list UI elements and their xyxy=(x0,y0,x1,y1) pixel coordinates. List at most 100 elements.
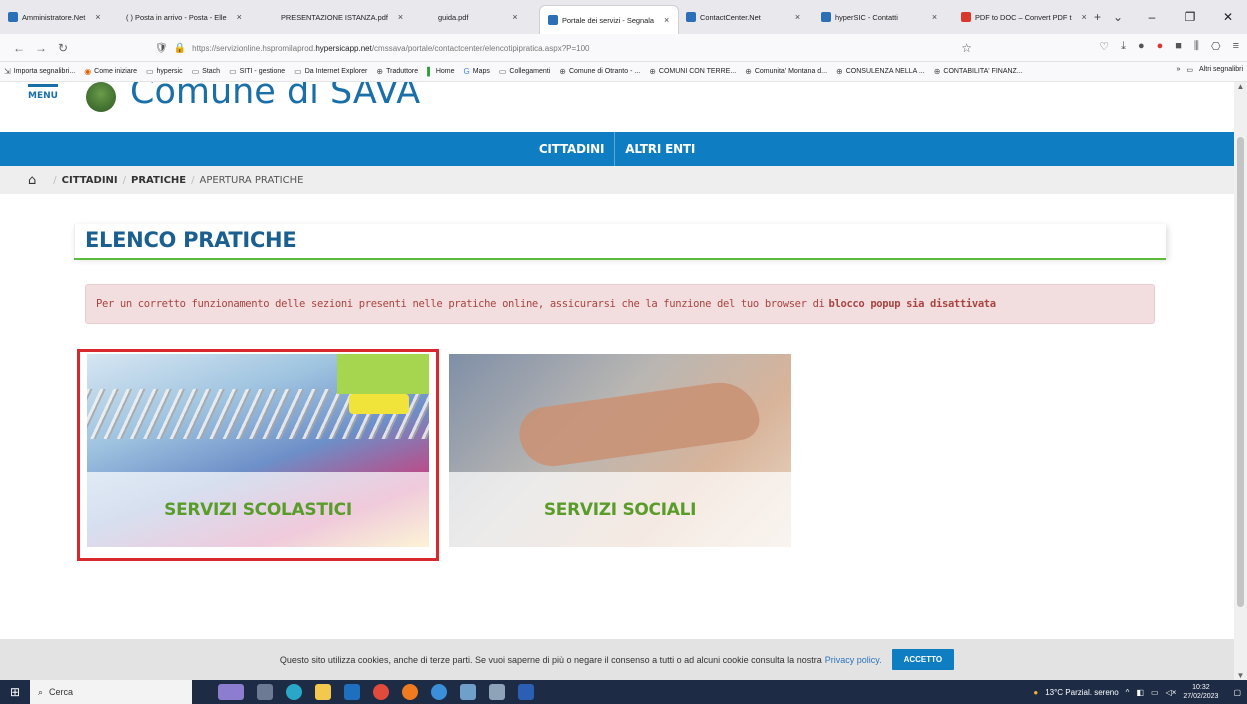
chrome-icon[interactable] xyxy=(373,684,389,700)
account-icon[interactable]: ⎔ xyxy=(1211,40,1221,53)
search-icon: ⌕ xyxy=(38,686,44,697)
other-bookmarks[interactable]: » ▭ Altri segnalibri xyxy=(1177,66,1244,74)
breadcrumb-pratiche[interactable]: PRATICHE xyxy=(131,175,186,186)
extension-icon[interactable]: ■ xyxy=(1175,40,1182,53)
bookmark-folder[interactable]: ▭ Stach xyxy=(192,67,220,76)
bookmark-item[interactable]: ⊕ Comunita' Montana d... xyxy=(745,67,827,76)
tab-close-icon[interactable]: × xyxy=(398,12,403,22)
tab-amministratore[interactable]: Amministratore.Net × xyxy=(0,0,118,34)
alert-emphasis: blocco popup sia disattivata xyxy=(828,298,997,310)
card-servizi-sociali[interactable]: SERVIZI SOCIALI xyxy=(449,354,791,547)
network-icon[interactable]: ◧ xyxy=(1136,688,1144,697)
municipality-crest-logo[interactable] xyxy=(86,82,116,112)
tab-posta[interactable]: ( ) Posta in arrivo - Posta - Elle × xyxy=(118,0,273,34)
weather-text[interactable]: 13°C Parzial. sereno xyxy=(1045,688,1118,697)
bookmark-star-icon[interactable]: ☆ xyxy=(961,41,972,55)
accept-cookies-button[interactable]: ACCETTO xyxy=(891,649,955,670)
library-icon[interactable]: ⫼ xyxy=(1194,40,1199,53)
downloads-icon[interactable]: ⤓ xyxy=(1121,40,1126,53)
firefox-icon[interactable] xyxy=(402,684,418,700)
reload-icon[interactable]: ↻ xyxy=(52,41,74,55)
scrollbar-thumb[interactable] xyxy=(1237,137,1244,607)
tab-hypersic-contatti[interactable]: hyperSIC - Contatti × xyxy=(813,0,953,34)
site-title[interactable]: Comune di SAVA xyxy=(130,82,420,112)
outlook-icon[interactable] xyxy=(344,684,360,700)
folder-icon: ▭ xyxy=(294,67,302,76)
bookmark-item[interactable]: ⊕ COMUNI CON TERRE... xyxy=(649,67,736,76)
nav-item-cittadini[interactable]: CITTADINI xyxy=(529,132,614,166)
bookmark-item[interactable]: ◉ Come iniziare xyxy=(84,67,137,76)
list-tabs-icon[interactable]: ⌄ xyxy=(1107,10,1129,24)
notifications-icon[interactable]: ▢ xyxy=(1233,688,1241,697)
chevron-up-icon[interactable]: ^ xyxy=(1126,688,1130,697)
bookmark-item[interactable]: ⊕ CONSULENZA NELLA ... xyxy=(836,67,925,76)
privacy-policy-link[interactable]: Privacy policy. xyxy=(825,655,882,665)
scroll-down-icon[interactable]: ▼ xyxy=(1234,671,1247,680)
globe-icon: ⊕ xyxy=(649,67,656,76)
shield-icon[interactable]: 🛡 xyxy=(155,43,168,54)
app-menu-icon[interactable]: ≡ xyxy=(1233,40,1239,53)
pocket-icon[interactable]: ♡ xyxy=(1099,40,1109,53)
taskbar-search[interactable]: ⌕ Cerca xyxy=(30,680,192,704)
bookmark-folder[interactable]: ▭ SITI - gestione xyxy=(229,67,285,76)
lock-icon[interactable]: 🔒 xyxy=(174,43,186,54)
home-icon[interactable]: ⌂ xyxy=(28,173,36,188)
bookmark-item[interactable]: ▌ Home xyxy=(427,67,454,76)
page-scrollbar[interactable]: ▲ ▼ xyxy=(1234,82,1247,680)
tab-portale-servizi[interactable]: Portale dei servizi - Segnala × xyxy=(540,6,678,34)
breadcrumb: ⌂ / CITTADINI / PRATICHE / APERTURA PRAT… xyxy=(0,166,1234,194)
site-favicon-icon xyxy=(686,12,696,22)
app-icon[interactable] xyxy=(431,684,447,700)
task-view-icon[interactable] xyxy=(257,684,273,700)
bookmark-item[interactable]: ⊕ CONTABILITA' FINANZ... xyxy=(934,67,1023,76)
browser-tab-bar: Amministratore.Net × ( ) Posta in arrivo… xyxy=(0,0,1247,34)
tab-close-icon[interactable]: × xyxy=(664,15,669,25)
back-icon[interactable]: ← xyxy=(8,41,30,55)
google-icon: G xyxy=(463,67,470,76)
file-explorer-icon[interactable] xyxy=(315,684,331,700)
toolbar-icons: ♡ ⤓ ● ● ■ ⫼ ⎔ ≡ xyxy=(1099,40,1239,53)
bookmark-folder[interactable]: ▭ Da Internet Explorer xyxy=(294,67,367,76)
new-tab-icon[interactable]: + xyxy=(1088,10,1107,24)
breadcrumb-separator: / xyxy=(53,174,57,186)
folder-icon: ▭ xyxy=(229,67,237,76)
windows-start-icon[interactable]: ⊞ xyxy=(0,685,30,699)
battery-icon[interactable]: ▭ xyxy=(1151,688,1159,697)
edge-icon[interactable] xyxy=(286,684,302,700)
calculator-icon[interactable] xyxy=(489,684,505,700)
bookmark-folder[interactable]: ▭ Collegamenti xyxy=(499,67,550,76)
bookmark-item[interactable]: ⊕ Comune di Otranto - ... xyxy=(559,67,640,76)
tab-contactcenter[interactable]: ContactCenter.Net × xyxy=(678,0,813,34)
bookmark-item[interactable]: ⇲ Importa segnalibri... xyxy=(4,67,75,76)
adblock-icon[interactable]: ● xyxy=(1157,40,1164,53)
sheep-app-icon[interactable] xyxy=(218,684,244,700)
url-bar[interactable]: 🛡 🔒 https://servizionline.hspromilaprod.… xyxy=(155,38,990,58)
tab-pdf-to-doc[interactable]: PDF to DOC – Convert PDF t × xyxy=(953,0,1088,34)
tab-close-icon[interactable]: × xyxy=(237,12,242,22)
folder-icon: ▭ xyxy=(191,67,200,76)
maximize-icon[interactable]: ❐ xyxy=(1171,10,1209,24)
breadcrumb-separator: / xyxy=(122,174,127,186)
tab-presentazione-istanza[interactable]: PRESENTAZIONE ISTANZA.pdf × xyxy=(273,0,430,34)
bookmark-folder[interactable]: ▭ hypersic xyxy=(146,67,183,76)
forward-icon[interactable]: → xyxy=(30,41,52,55)
menu-button[interactable]: MENU xyxy=(28,84,64,101)
paint-icon[interactable] xyxy=(460,684,476,700)
volume-icon[interactable]: ◁× xyxy=(1166,688,1177,697)
tab-close-icon[interactable]: × xyxy=(512,12,517,22)
minimize-icon[interactable]: – xyxy=(1133,10,1171,24)
nav-item-altri-enti[interactable]: ALTRI ENTI xyxy=(615,132,705,166)
scroll-up-icon[interactable]: ▲ xyxy=(1234,82,1247,91)
bookmark-item[interactable]: ⊕ Traduttore xyxy=(376,67,418,76)
tab-guida[interactable]: guida.pdf × xyxy=(430,0,540,34)
clock[interactable]: 10:32 27/02/2023 xyxy=(1183,683,1218,701)
word-icon[interactable] xyxy=(518,684,534,700)
close-window-icon[interactable]: ✕ xyxy=(1209,10,1247,24)
tab-close-icon[interactable]: × xyxy=(795,12,800,22)
breadcrumb-cittadini[interactable]: CITTADINI xyxy=(62,175,118,186)
bookmark-item[interactable]: G Maps xyxy=(464,67,490,76)
tab-close-icon[interactable]: × xyxy=(95,12,100,22)
extension-icon[interactable]: ● xyxy=(1138,40,1145,53)
tab-close-icon[interactable]: × xyxy=(1082,12,1087,22)
tab-close-icon[interactable]: × xyxy=(932,12,937,22)
